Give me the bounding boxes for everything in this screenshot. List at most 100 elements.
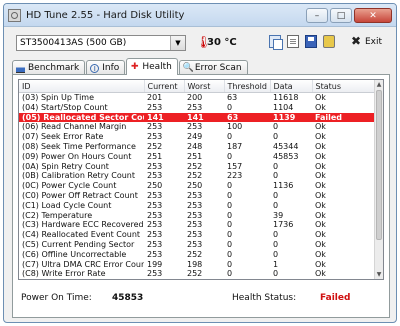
copy-icon[interactable] bbox=[269, 35, 283, 50]
cell-status: Ok bbox=[312, 279, 384, 280]
cell-current: 250 bbox=[147, 181, 163, 191]
table-row[interactable]: (C5) Current Pending Sector 253 253 0 0 Ok bbox=[19, 239, 383, 250]
app-window: HD Tune 2.55 - Hard Disk Utility – □ ✕ S… bbox=[3, 3, 397, 323]
cell-attr-id: (C8) Write Error Rate bbox=[22, 269, 106, 279]
table-row[interactable]: (C8) Write Error Rate 253 252 0 0 Ok bbox=[19, 269, 383, 279]
cell-threshold: 100 bbox=[227, 122, 243, 132]
cell-data: 0 bbox=[273, 239, 279, 249]
cell-current: 253 bbox=[147, 102, 163, 112]
table-row[interactable]: (03) Spin Up Time 201 200 63 11618 Ok bbox=[19, 93, 383, 103]
close-button[interactable]: ✕ bbox=[354, 7, 392, 23]
cell-threshold: 0 bbox=[227, 210, 233, 220]
cell-attr-id: (C7) Ultra DMA CRC Error Count bbox=[22, 259, 144, 269]
cell-threshold: 187 bbox=[227, 141, 243, 151]
table-row[interactable]: (09) Power On Hours Count 251 251 0 45853 Ok bbox=[19, 151, 383, 162]
column-header-threshold[interactable]: Threshold bbox=[224, 80, 271, 93]
cell-worst: 253 bbox=[187, 122, 203, 132]
cell-threshold: 0 bbox=[227, 269, 233, 279]
cell-threshold: 0 bbox=[227, 102, 233, 112]
cell-worst: 252 bbox=[187, 269, 203, 279]
info-icon: i bbox=[90, 63, 100, 73]
benchmark-icon bbox=[16, 63, 25, 73]
table-row[interactable]: (C1) Load Cycle Count 253 253 0 0 Ok bbox=[19, 200, 383, 211]
scroll-down-icon[interactable]: ▼ bbox=[375, 270, 383, 279]
exit-icon[interactable]: ✖ bbox=[351, 34, 361, 48]
table-row[interactable]: (C9) (unknown attribute)25325201Ok bbox=[19, 279, 384, 280]
cell-current: 253 bbox=[147, 210, 163, 220]
tab-error-scan[interactable]: 🔍 Error Scan bbox=[178, 60, 248, 75]
cell-data: 0 bbox=[273, 269, 279, 279]
cell-data: 0 bbox=[273, 171, 279, 181]
chevron-down-icon[interactable]: ▼ bbox=[170, 36, 185, 50]
cell-current: 253 bbox=[147, 200, 163, 210]
cell-worst: 253 bbox=[187, 220, 203, 230]
table-row[interactable]: (C6) Offline Uncorrectable 253 252 0 0 Ok bbox=[19, 249, 383, 260]
cell-data: 1139 bbox=[270, 112, 312, 123]
cell-threshold: 63 bbox=[227, 93, 238, 102]
scroll-up-icon[interactable]: ▲ bbox=[375, 80, 383, 89]
tab-benchmark[interactable]: Benchmark bbox=[12, 60, 86, 75]
cell-threshold: 0 bbox=[227, 200, 233, 210]
title-bar: HD Tune 2.55 - Hard Disk Utility – □ ✕ bbox=[4, 4, 396, 27]
vertical-scrollbar[interactable]: ▲ ▼ bbox=[374, 80, 383, 279]
column-header-data[interactable]: Data bbox=[270, 80, 313, 93]
smart-table: ID Current Worst Threshold Data Status (… bbox=[19, 80, 384, 280]
drive-select[interactable]: ST3500413AS (500 GB) ▼ bbox=[16, 35, 186, 51]
cell-attr-id: (08) Seek Time Performance bbox=[22, 141, 136, 151]
cell-threshold: 223 bbox=[227, 171, 243, 181]
cell-threshold: 0 bbox=[227, 151, 233, 161]
cell-threshold: 0 bbox=[227, 249, 233, 259]
table-row[interactable]: (0B) Calibration Retry Count 253 252 223 0 Ok bbox=[19, 171, 383, 181]
column-header-id[interactable]: ID bbox=[19, 80, 145, 93]
table-row[interactable]: (05) Reallocated Sector Count14114163113… bbox=[19, 112, 383, 123]
cell-attr-id: (04) Start/Stop Count bbox=[22, 102, 108, 112]
table-row[interactable]: (C4) Reallocated Event Count 253 253 0 0 Ok bbox=[19, 230, 383, 240]
column-header-worst[interactable]: Worst bbox=[184, 80, 225, 93]
scroll-thumb[interactable] bbox=[376, 90, 382, 240]
cell-data: 45853 bbox=[273, 151, 299, 161]
cell-threshold: 0 bbox=[227, 190, 233, 200]
document-icon[interactable] bbox=[287, 35, 299, 48]
cell-worst: 251 bbox=[187, 151, 203, 161]
cell-data: 1104 bbox=[273, 102, 294, 112]
table-row[interactable]: (C3) Hardware ECC Recovered 253 253 0 1736 Ok bbox=[19, 220, 383, 230]
exit-button[interactable]: Exit bbox=[365, 37, 382, 47]
cell-attr-id: (06) Read Channel Margin bbox=[22, 122, 127, 132]
table-row[interactable]: (0A) Spin Retry Count 253 252 157 0 Ok bbox=[19, 162, 383, 172]
cell-data: 39 bbox=[273, 210, 284, 220]
table-row[interactable]: (08) Seek Time Performance 252 248 187 45344… bbox=[19, 141, 383, 152]
cell-current: 253 bbox=[147, 171, 163, 181]
table-row[interactable]: (0C) Power Cycle Count 250 250 0 1136 Ok bbox=[19, 181, 383, 191]
cell-worst: 141 bbox=[184, 112, 224, 123]
table-row[interactable]: (C7) Ultra DMA CRC Error Count 199 198 0 1 Ok bbox=[19, 259, 383, 270]
health-panel: ID Current Worst Threshold Data Status (… bbox=[12, 74, 390, 318]
cell-attr-id: (03) Spin Up Time bbox=[22, 93, 95, 102]
column-header-current[interactable]: Current bbox=[144, 80, 185, 93]
table-row[interactable]: (C0) Power Off Retract Count 253 253 0 0 Ok bbox=[19, 190, 383, 201]
cell-threshold: 0 bbox=[227, 132, 233, 142]
minimize-button[interactable]: – bbox=[306, 7, 328, 23]
cell-threshold: 0 bbox=[227, 181, 233, 191]
maximize-button[interactable]: □ bbox=[330, 7, 352, 23]
cell-worst: 198 bbox=[187, 259, 203, 269]
save-icon[interactable] bbox=[305, 35, 317, 48]
table-row[interactable]: (C2) Temperature 253 253 0 39 Ok bbox=[19, 210, 383, 221]
cell-current: 253 bbox=[144, 279, 184, 280]
cell-data: 0 bbox=[273, 230, 279, 240]
table-row[interactable]: (07) Seek Error Rate 253 249 0 0 Ok bbox=[19, 132, 383, 142]
cell-attr-id: (0B) Calibration Retry Count bbox=[22, 171, 136, 181]
power-on-time-value: 45853 bbox=[112, 293, 144, 303]
tab-info[interactable]: i Info bbox=[86, 60, 126, 75]
health-status-value: Failed bbox=[320, 293, 351, 303]
health-icon: ✚ bbox=[131, 61, 139, 72]
table-row[interactable]: (04) Start/Stop Count 253 253 0 1104 Ok bbox=[19, 102, 383, 113]
options-icon[interactable] bbox=[323, 35, 335, 48]
table-row[interactable]: (06) Read Channel Margin 253 253 100 0 Ok bbox=[19, 122, 383, 132]
smart-attribute-list[interactable]: ID Current Worst Threshold Data Status (… bbox=[18, 79, 384, 280]
cell-data: 0 bbox=[273, 200, 279, 210]
cell-current: 141 bbox=[144, 112, 184, 123]
cell-data: 1 bbox=[273, 259, 279, 269]
app-icon bbox=[8, 8, 21, 22]
tab-health[interactable]: ✚ Health bbox=[126, 58, 178, 75]
cell-worst: 200 bbox=[187, 93, 203, 102]
